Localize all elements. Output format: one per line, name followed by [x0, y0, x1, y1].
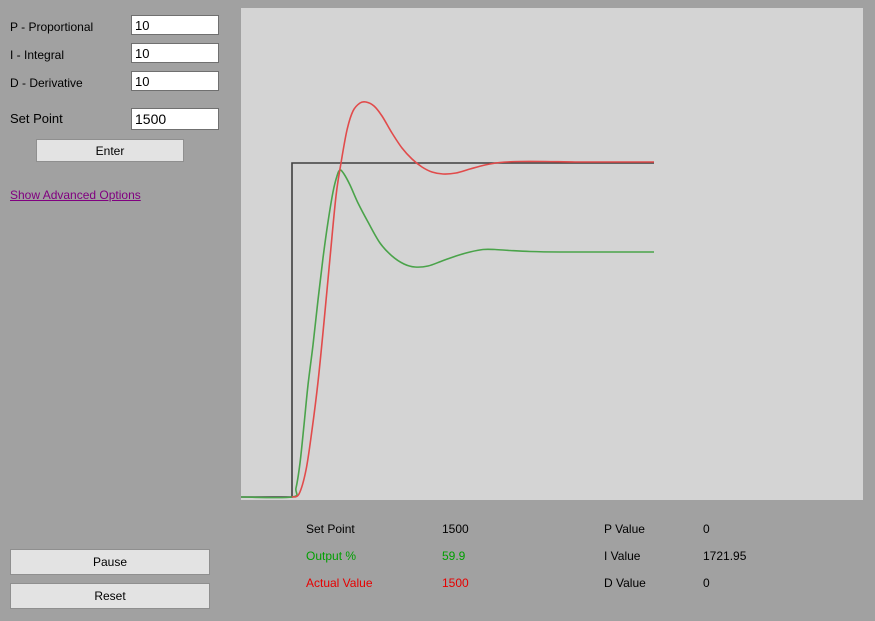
status-actual-value-value: 1500 [442, 576, 469, 590]
status-d-value-label: D Value [604, 576, 646, 590]
status-set-point-value: 1500 [442, 522, 469, 536]
d-input[interactable] [131, 71, 219, 91]
status-i-value-label: I Value [604, 549, 641, 563]
series-actual-value [291, 100, 654, 498]
p-input[interactable] [131, 15, 219, 35]
show-advanced-options-link[interactable]: Show Advanced Options [10, 188, 141, 202]
pid-simulator-window: P - Proportional I - Integral D - Deriva… [0, 0, 875, 621]
status-output-value: 59.9 [442, 549, 466, 563]
enter-button[interactable]: Enter [36, 139, 184, 162]
status-actual-value-label: Actual Value [306, 576, 373, 590]
status-p-value-label: P Value [604, 522, 645, 536]
reset-button[interactable]: Reset [10, 583, 210, 609]
status-output-label: Output % [306, 549, 357, 563]
set-point-field-row: Set Point [10, 111, 63, 126]
p-label: P - Proportional [10, 20, 94, 34]
status-i-value-value: 1721.95 [703, 549, 747, 563]
i-label: I - Integral [10, 48, 65, 62]
d-field-row: D - Derivative [10, 74, 83, 92]
set-point-label: Set Point [10, 111, 63, 126]
series-output-percent [241, 169, 654, 499]
pause-button[interactable]: Pause [10, 549, 210, 575]
i-field-row: I - Integral [10, 46, 64, 64]
series-set-point-step [241, 162, 654, 498]
chart-panel [241, 8, 863, 500]
d-label: D - Derivative [10, 76, 83, 90]
status-set-point-label: Set Point [306, 522, 355, 536]
status-p-value-value: 0 [703, 522, 710, 536]
pid-response-chart [241, 100, 654, 499]
p-field-row: P - Proportional [10, 18, 93, 36]
i-input[interactable] [131, 43, 219, 63]
status-d-value-value: 0 [703, 576, 710, 590]
set-point-input[interactable] [131, 108, 219, 130]
